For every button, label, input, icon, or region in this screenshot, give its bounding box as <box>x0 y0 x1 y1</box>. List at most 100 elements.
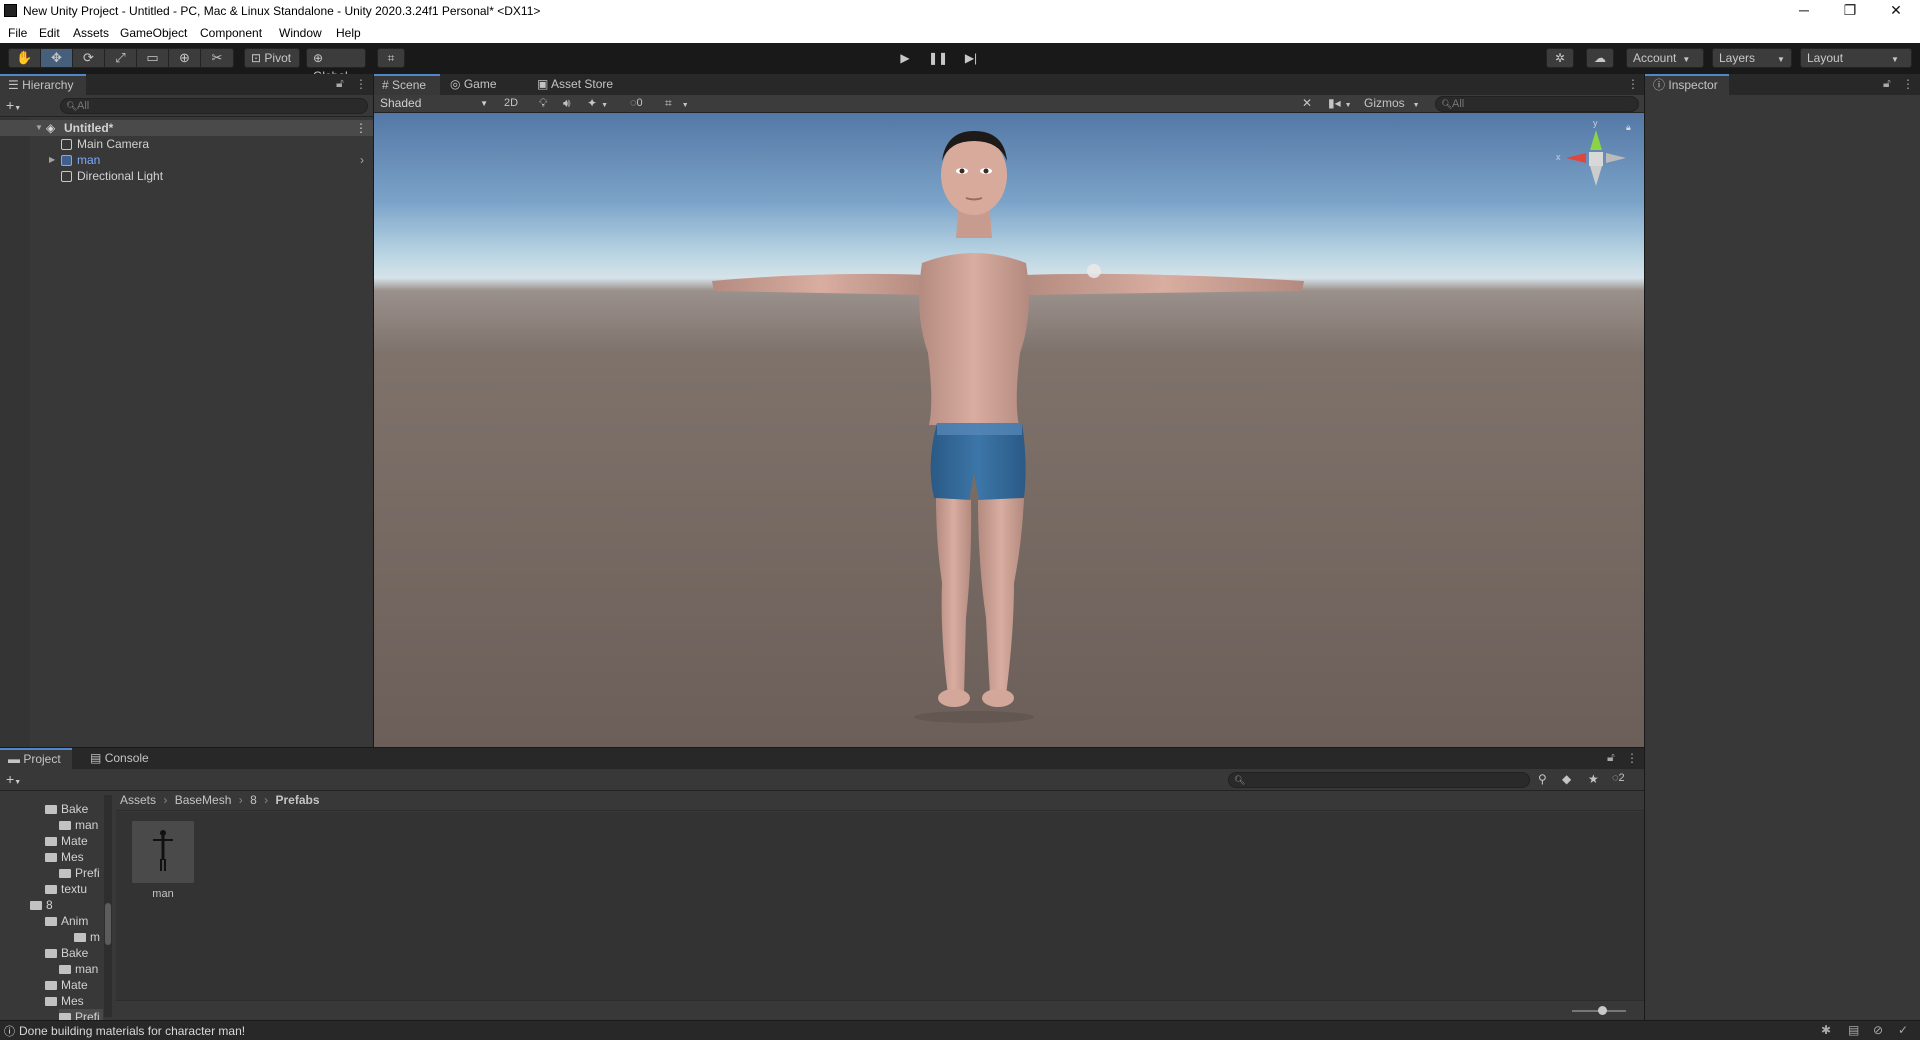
scene-root-row[interactable]: ▼ ◈ Untitled* ⋮ <box>0 120 373 136</box>
more-options-icon[interactable]: ⋮ <box>1627 77 1639 91</box>
lock-icon[interactable]: 🔓︎ <box>1883 76 1891 91</box>
folder-tree-item[interactable]: ▶textu <box>45 881 103 897</box>
tab-inspector[interactable]: ⓘ Inspector <box>1645 74 1729 95</box>
global-toggle[interactable]: ⊕ Global <box>306 48 366 83</box>
more-options-icon[interactable]: ⋮ <box>1902 77 1914 91</box>
camera-icon[interactable]: ▮◂ ▼ <box>1328 95 1352 114</box>
gizmo-lock-icon[interactable]: 🔒︎ <box>1626 122 1631 133</box>
expand-arrow-icon[interactable]: ▶ <box>49 152 55 168</box>
lighting-toggle-icon[interactable]: 💡︎ <box>539 95 547 112</box>
favorites-star-icon[interactable]: ★ <box>1588 772 1599 786</box>
folder-tree-item[interactable]: ▶Mate <box>45 977 103 993</box>
hierarchy-item[interactable]: Main Camera <box>0 136 373 152</box>
account-dropdown[interactable]: Account ▼ <box>1626 48 1704 68</box>
folder-tree-item[interactable]: ▶Mate <box>45 833 103 849</box>
lock-icon[interactable]: 🔓︎ <box>1607 750 1615 765</box>
effects-toggle-icon[interactable]: ✦ ▼ <box>587 95 608 114</box>
hierarchy-item[interactable]: ▶ man › <box>0 152 373 168</box>
menu-edit[interactable]: Edit <box>39 26 60 40</box>
rotate-tool-icon[interactable]: ⟳ <box>73 49 105 67</box>
create-add-icon[interactable]: +▼ <box>6 771 21 787</box>
collab-button[interactable]: ✲ <box>1546 48 1574 68</box>
tab-console[interactable]: ▤ Console <box>82 748 157 769</box>
hidden-packages-toggle[interactable]: ◌2 <box>1612 772 1625 784</box>
tools-icon[interactable]: ✕ <box>1302 95 1312 112</box>
more-options-icon[interactable]: ⋮ <box>1626 751 1638 765</box>
tree-scrollbar[interactable] <box>104 795 112 1017</box>
menu-window[interactable]: Window <box>279 26 322 40</box>
menu-component[interactable]: Component <box>200 26 262 40</box>
folder-tree-item[interactable]: Prefi <box>59 1009 103 1020</box>
bug-icon[interactable]: ✱ <box>1821 1023 1831 1037</box>
hand-tool-icon[interactable]: ✋ <box>9 49 41 67</box>
step-button[interactable]: ▶| <box>956 48 986 68</box>
breadcrumb-item[interactable]: Assets <box>120 793 156 807</box>
check-icon[interactable]: ✓ <box>1898 1023 1908 1037</box>
search-by-label-icon[interactable]: ◆ <box>1562 772 1571 786</box>
create-add-icon[interactable]: +▼ <box>6 97 21 113</box>
pause-button[interactable]: ❚❚ <box>923 48 953 68</box>
asset-tile[interactable]: man <box>132 821 194 903</box>
menu-file[interactable]: File <box>8 26 27 40</box>
menu-assets[interactable]: Assets <box>73 26 109 40</box>
folder-tree-item[interactable]: ▶Bake <box>45 945 103 961</box>
status-message[interactable]: Done building materials for character ma… <box>19 1024 245 1038</box>
folder-tree-item[interactable]: ▼Anim <box>45 913 103 929</box>
zoom-slider-handle[interactable] <box>1598 1006 1607 1015</box>
menu-help[interactable]: Help <box>336 26 361 40</box>
grid-toggle-icon[interactable]: ⌗ ▼ <box>665 95 689 114</box>
tree-scrollbar-thumb[interactable] <box>105 903 111 945</box>
folder-tree-item[interactable]: man <box>59 817 103 833</box>
minimize-button[interactable]: ─ <box>1781 0 1827 22</box>
breadcrumb-item[interactable]: 8 <box>250 793 257 807</box>
folder-tree-item[interactable]: ▶Mes <box>45 993 103 1009</box>
orientation-gizmo[interactable]: y x 🔒︎ <box>1554 118 1639 203</box>
hierarchy-item[interactable]: Directional Light <box>0 168 373 184</box>
tab-asset-store[interactable]: ▣ Asset Store <box>529 74 621 95</box>
breadcrumb-current[interactable]: Prefabs <box>275 793 319 807</box>
scene-search-input[interactable]: 🔍︎ All <box>1435 96 1639 112</box>
folder-tree-item[interactable]: ▼8 <box>30 897 103 913</box>
more-options-icon[interactable]: ⋮ <box>355 77 367 91</box>
progress-icon[interactable]: ⊘ <box>1873 1023 1883 1037</box>
rect-tool-icon[interactable]: ▭ <box>137 49 169 67</box>
layers-dropdown[interactable]: Layers ▼ <box>1712 48 1792 68</box>
folder-tree-item[interactable]: m <box>74 929 103 945</box>
tab-project[interactable]: ▬ Project <box>0 748 72 769</box>
layout-dropdown[interactable]: Layout ▼ <box>1800 48 1912 68</box>
breadcrumb-item[interactable]: BaseMesh <box>175 793 232 807</box>
scene-visibility-toggle[interactable]: ◌0 <box>630 95 643 112</box>
folder-tree-item[interactable]: ▶Mes <box>45 849 103 865</box>
folder-label: Mate <box>61 978 88 992</box>
transform-tool-icon[interactable]: ⊕ <box>169 49 201 67</box>
folder-tree-item[interactable]: man <box>59 961 103 977</box>
custom-tool-icon[interactable]: ✂ <box>201 49 233 67</box>
restore-button[interactable]: ❐ <box>1827 0 1873 22</box>
2d-toggle[interactable]: 2D <box>498 95 524 112</box>
folder-tree-item[interactable]: Prefi <box>59 865 103 881</box>
chevron-right-icon[interactable]: › <box>360 152 364 168</box>
audio-toggle-icon[interactable]: 🔊︎ <box>563 95 571 112</box>
pivot-toggle[interactable]: ⊡ Pivot <box>244 48 300 68</box>
folder-tree-item[interactable]: ▶Bake <box>45 801 103 817</box>
tab-game[interactable]: ◎ Game <box>442 74 505 95</box>
lock-icon[interactable]: 🔓︎ <box>336 76 344 91</box>
tab-scene[interactable]: # Scene <box>374 74 440 95</box>
expand-arrow-icon[interactable]: ▼ <box>35 120 43 136</box>
scene-viewport[interactable]: y x 🔒︎ <box>374 113 1644 747</box>
scale-tool-icon[interactable]: ⤢ <box>105 49 137 67</box>
menu-gameobject[interactable]: GameObject <box>120 26 187 40</box>
scene-options-icon[interactable]: ⋮ <box>355 120 367 136</box>
project-search-input[interactable]: 🔍︎ <box>1228 772 1530 788</box>
play-button[interactable]: ▶ <box>890 48 920 68</box>
tab-hierarchy[interactable]: ☰ Hierarchy <box>0 74 86 95</box>
close-button[interactable]: ✕ <box>1873 0 1919 22</box>
hierarchy-search-input[interactable]: 🔍︎ All <box>60 98 368 114</box>
move-tool-icon[interactable]: ✥ <box>41 49 73 67</box>
grid-snap-button[interactable]: ⌗ <box>377 48 405 68</box>
cache-icon[interactable]: ▤ <box>1848 1023 1859 1037</box>
shading-mode-dropdown[interactable]: Shaded ▼ <box>376 95 492 112</box>
cloud-button[interactable]: ☁ <box>1586 48 1614 68</box>
gizmos-dropdown[interactable]: Gizmos ▼ <box>1360 95 1428 114</box>
search-by-type-icon[interactable]: ⚲ <box>1538 772 1547 786</box>
